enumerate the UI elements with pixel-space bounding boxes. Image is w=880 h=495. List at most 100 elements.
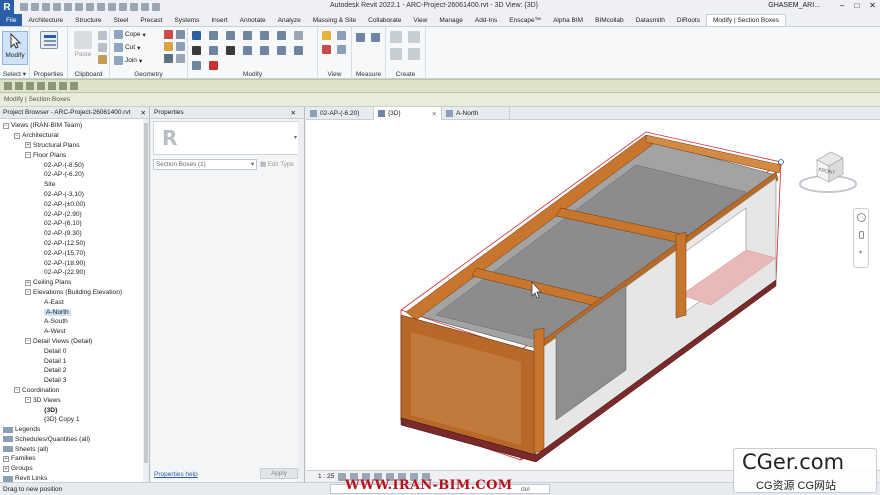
navigation-bar[interactable]: ▾: [853, 208, 869, 268]
copy-clip-icon[interactable]: [98, 43, 107, 52]
thin-lines-icon[interactable]: [130, 3, 138, 11]
tree-item[interactable]: Schedules/Quantities (all): [0, 435, 149, 445]
rotate-icon[interactable]: [226, 46, 235, 55]
tree-item[interactable]: Detail 0: [0, 346, 149, 356]
scale-icon[interactable]: [294, 46, 303, 55]
expand-icon[interactable]: +: [3, 455, 9, 462]
collapse-icon[interactable]: −: [25, 289, 31, 296]
browser-scrollbar[interactable]: [143, 119, 149, 482]
remove-paint-icon[interactable]: [176, 42, 185, 51]
copy-icon[interactable]: [209, 46, 218, 55]
tab-bimcollab[interactable]: BIMcollab: [589, 14, 630, 26]
tree-item[interactable]: −3D Views: [0, 395, 149, 405]
tab-file[interactable]: File: [0, 14, 23, 26]
tree-item[interactable]: A-East: [0, 297, 149, 307]
tree-item[interactable]: Site: [0, 180, 149, 190]
switch-windows-icon[interactable]: [152, 3, 160, 11]
modify-button[interactable]: Modify: [2, 31, 28, 65]
cope-button[interactable]: Cope ▾: [114, 30, 146, 39]
collapse-icon[interactable]: −: [14, 387, 20, 394]
3d-view-icon[interactable]: [108, 3, 116, 11]
tree-item[interactable]: A-North: [0, 307, 149, 317]
tree-item[interactable]: − Views (IRAN-BIM Team): [0, 121, 149, 131]
tab-insert[interactable]: Insert: [205, 14, 233, 26]
wall-joins-icon[interactable]: [164, 30, 173, 39]
tab-datasmith[interactable]: Datasmith: [630, 14, 671, 26]
tab-manage[interactable]: Manage: [433, 14, 469, 26]
tab-enscape[interactable]: Enscape™: [503, 14, 547, 26]
tree-item[interactable]: Legends: [0, 425, 149, 435]
ctx-icon-5[interactable]: [48, 82, 56, 90]
zoom-icon[interactable]: [859, 231, 864, 239]
tree-item[interactable]: 02-AP-(±0.00): [0, 199, 149, 209]
revit-logo-icon[interactable]: R: [0, 0, 14, 14]
properties-scrollbar[interactable]: [298, 119, 304, 482]
apply-button[interactable]: Apply: [260, 468, 298, 479]
create-group-icon[interactable]: [390, 48, 402, 60]
paint-icon[interactable]: [164, 42, 173, 51]
undo-icon[interactable]: [53, 3, 61, 11]
properties-button[interactable]: [36, 31, 62, 65]
maximize-button[interactable]: □: [854, 1, 859, 10]
tab-steel[interactable]: Steel: [108, 14, 135, 26]
tree-item[interactable]: − Floor Plans: [0, 150, 149, 160]
tree-item[interactable]: 02-AP-(-3.10): [0, 190, 149, 200]
join-button[interactable]: Join ▾: [114, 56, 142, 65]
ctx-icon-4[interactable]: [37, 82, 45, 90]
tree-item[interactable]: 02-AP-(18.90): [0, 258, 149, 268]
tab-analyze[interactable]: Analyze: [272, 14, 307, 26]
collapse-icon[interactable]: −: [25, 397, 31, 404]
collapse-icon[interactable]: −: [25, 152, 31, 159]
3d-viewport[interactable]: FRONT: [306, 120, 880, 470]
tab-annotate[interactable]: Annotate: [234, 14, 272, 26]
tab-elevation[interactable]: A-North: [442, 107, 510, 120]
user-account[interactable]: GHASEM_ARI...: [768, 2, 820, 9]
tab-architecture[interactable]: Architecture: [22, 14, 69, 26]
beam-join-icon[interactable]: [176, 54, 185, 63]
steering-wheel-icon[interactable]: [857, 213, 866, 222]
tree-item[interactable]: − Elevations (Building Elevation): [0, 288, 149, 298]
array-icon[interactable]: [277, 46, 286, 55]
close-button[interactable]: ✕: [869, 1, 876, 10]
tab-systems[interactable]: Systems: [168, 14, 205, 26]
mirror-draw-icon[interactable]: [243, 31, 252, 40]
delete-icon[interactable]: [209, 61, 218, 70]
override-icon[interactable]: [337, 31, 346, 40]
measure-between-icon[interactable]: [356, 33, 365, 42]
tree-item[interactable]: 02-AP-(9.30): [0, 229, 149, 239]
paste-button[interactable]: Paste: [70, 31, 96, 65]
tree-item[interactable]: Detail 1: [0, 356, 149, 366]
tab-view[interactable]: View: [407, 14, 433, 26]
tree-item[interactable]: 02-AP-(2.90): [0, 209, 149, 219]
ctx-icon-2[interactable]: [15, 82, 23, 90]
expand-icon[interactable]: +: [3, 465, 9, 472]
tab-floor-plan[interactable]: 02-AP-(-6.20): [306, 107, 374, 120]
pin-icon[interactable]: [192, 61, 201, 70]
measure-icon[interactable]: [86, 3, 94, 11]
minimize-button[interactable]: –: [840, 1, 844, 10]
tree-item[interactable]: + Families: [0, 454, 149, 464]
close-tab-icon[interactable]: ✕: [432, 110, 437, 118]
create-similar-icon[interactable]: [408, 48, 420, 60]
mirror-axis-icon[interactable]: [226, 31, 235, 40]
tab-alpha-bim[interactable]: Alpha BIM: [547, 14, 589, 26]
tab-modify-section-boxes[interactable]: Modify | Section Boxes: [706, 14, 786, 26]
type-selector[interactable]: R ▾: [153, 121, 301, 155]
align-icon[interactable]: [192, 31, 201, 40]
linework-icon[interactable]: [322, 45, 331, 54]
sync-icon[interactable]: [42, 3, 50, 11]
tree-item[interactable]: Sheets (all): [0, 444, 149, 454]
trim-icon[interactable]: [243, 46, 252, 55]
tree-item[interactable]: A-West: [0, 327, 149, 337]
tree-item[interactable]: {3D} Copy 1: [0, 415, 149, 425]
collapse-icon[interactable]: −: [14, 132, 20, 139]
expand-icon[interactable]: +: [25, 142, 31, 149]
close-hidden-icon[interactable]: [141, 3, 149, 11]
tree-item[interactable]: Detail 3: [0, 376, 149, 386]
save-icon[interactable]: [31, 3, 39, 11]
collapse-icon[interactable]: −: [25, 338, 31, 345]
redo-icon[interactable]: [64, 3, 72, 11]
tree-item[interactable]: + Groups: [0, 464, 149, 474]
text-icon[interactable]: [97, 3, 105, 11]
create-assembly-icon[interactable]: [390, 31, 402, 43]
